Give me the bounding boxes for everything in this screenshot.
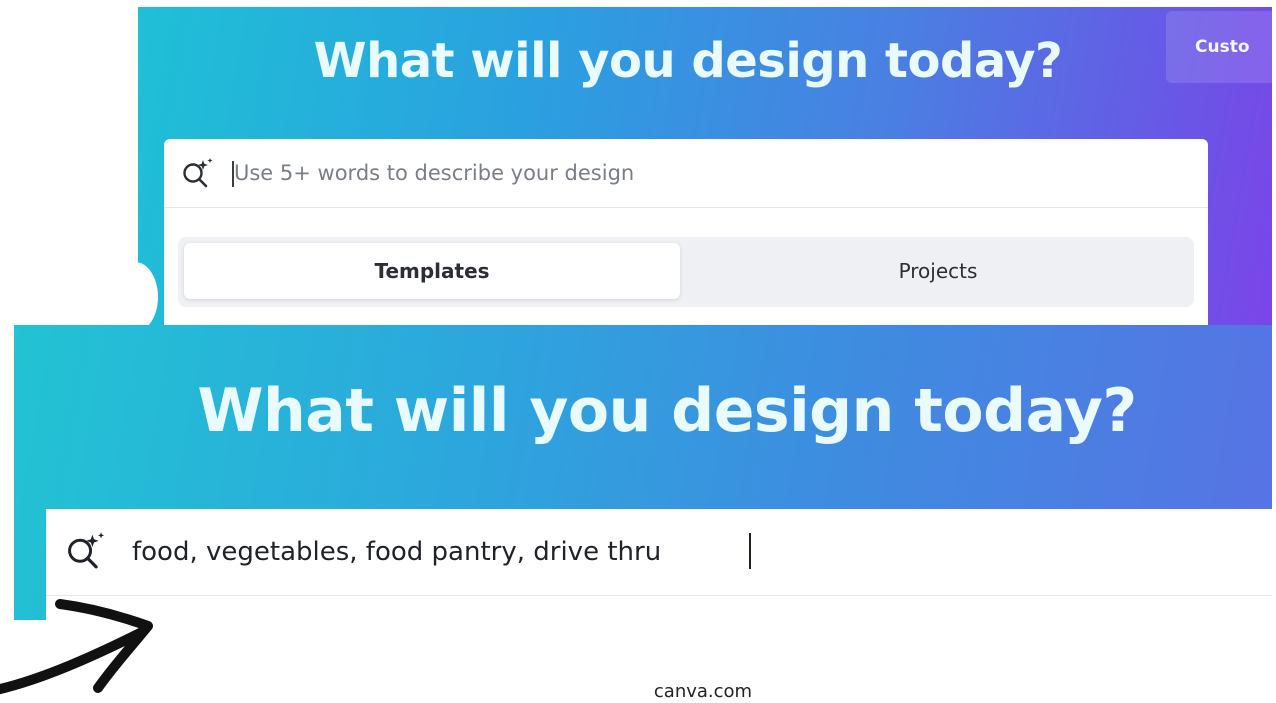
search-bar-zoomed[interactable] [46, 509, 1272, 596]
magic-search-icon [183, 158, 213, 188]
tab-templates[interactable]: Templates [184, 243, 680, 299]
bottom-screenshot-panel: What will you design today? [14, 325, 1272, 620]
page-headline-zoomed: What will you design today? [197, 376, 1137, 446]
text-cursor [749, 533, 751, 569]
search-card: Templates Projects [164, 139, 1208, 325]
source-caption: canva.com [653, 681, 753, 702]
search-card-zoomed [46, 509, 1272, 620]
top-screenshot-panel: What will you design today? Custo Templa… [138, 7, 1272, 325]
canvas: What will you design today? Custo Templa… [0, 0, 1276, 703]
design-search-input-filled[interactable] [132, 531, 892, 573]
design-search-input[interactable] [234, 155, 1134, 191]
tab-projects[interactable]: Projects [688, 243, 1188, 299]
custom-size-button[interactable]: Custo [1166, 11, 1272, 83]
page-headline: What will you design today? [313, 33, 1063, 89]
search-scope-tabs: Templates Projects [178, 237, 1194, 307]
magic-search-icon [68, 532, 105, 569]
decorative-circle [112, 262, 158, 332]
search-bar[interactable] [164, 139, 1208, 208]
